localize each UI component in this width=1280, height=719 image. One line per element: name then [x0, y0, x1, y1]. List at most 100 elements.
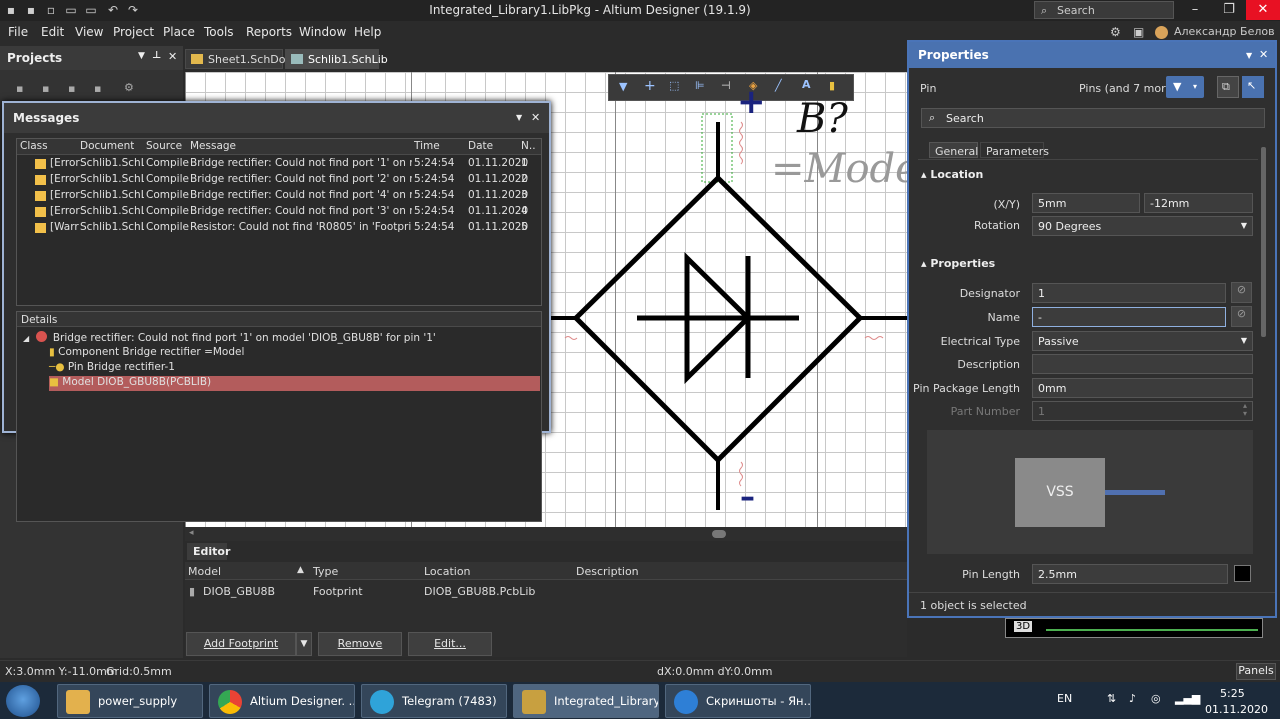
menu-view[interactable]: View: [75, 25, 103, 39]
taskbar-item-telegram[interactable]: Telegram (7483): [361, 684, 507, 718]
scroll-thumb[interactable]: [712, 530, 726, 538]
save-icon[interactable]: ▪: [16, 82, 23, 95]
menu-file[interactable]: File: [8, 25, 28, 39]
table-row[interactable]: [Error Schlib1.SchLi Compile Bridge rect…: [17, 172, 541, 188]
col-number[interactable]: N..: [521, 140, 536, 152]
folder-add-icon[interactable]: ▪: [94, 82, 101, 95]
col-type[interactable]: Type: [313, 565, 338, 578]
canvas-scrollbar[interactable]: ◂: [185, 527, 907, 541]
tab-parameters[interactable]: Parameters: [980, 142, 1049, 158]
chevron-down-icon[interactable]: ▼: [138, 51, 145, 61]
remove-button[interactable]: Remove: [318, 632, 402, 656]
name-input[interactable]: -: [1032, 307, 1226, 327]
x-input[interactable]: 5mm: [1032, 193, 1140, 213]
electrical-type-select[interactable]: Passive ▼: [1032, 331, 1253, 351]
description-input[interactable]: [1032, 354, 1253, 374]
table-row[interactable]: [Warr Schlib1.SchLi Compile Resistor: Co…: [17, 220, 541, 236]
open-folder-icon[interactable]: ▭: [64, 3, 78, 17]
chevron-down-icon[interactable]: ▼: [1246, 51, 1252, 60]
pointer-mode-button[interactable]: ↖: [1242, 76, 1264, 98]
col-message[interactable]: Message: [190, 140, 236, 152]
details-component-row[interactable]: ▮ Component Bridge rectifier =Model: [49, 346, 244, 361]
pin-length-input[interactable]: 2.5mm: [1032, 564, 1228, 584]
volume-icon[interactable]: ♪: [1129, 692, 1136, 705]
save-icon[interactable]: ▪: [4, 3, 18, 17]
y-input[interactable]: -12mm: [1144, 193, 1253, 213]
copy-icon[interactable]: ▪: [42, 82, 49, 95]
notifications-icon[interactable]: ▣: [1133, 25, 1144, 39]
table-row[interactable]: [Error Schlib1.SchLi Compile Bridge rect…: [17, 204, 541, 220]
taskbar-item-screenshots[interactable]: Скриншоты - Ян...: [665, 684, 811, 718]
gear-icon[interactable]: ⚙: [124, 81, 134, 94]
taskbar-item-chrome[interactable]: Altium Designer. ...: [209, 684, 355, 718]
tab-editor[interactable]: Editor: [187, 543, 230, 560]
properties-search-input[interactable]: ⌕ Search: [921, 108, 1265, 128]
chevron-down-icon[interactable]: ▼: [296, 632, 312, 656]
open-icon[interactable]: ▫: [44, 3, 58, 17]
menu-reports[interactable]: Reports: [246, 25, 292, 39]
save-all-icon[interactable]: ▪: [24, 3, 38, 17]
user-name[interactable]: Александр Белов: [1174, 25, 1275, 38]
section-location[interactable]: ▴ Location: [921, 168, 983, 181]
folder-icon[interactable]: ▪: [68, 82, 75, 95]
table-row[interactable]: ▮ DIOB_GBU8B Footprint DIOB_GBU8B.PcbLib: [185, 582, 907, 600]
tab-general[interactable]: General: [929, 142, 978, 158]
filter-button[interactable]: ▼ ▾: [1166, 76, 1204, 98]
close-icon[interactable]: ✕: [531, 111, 540, 124]
close-button[interactable]: ✕: [1246, 0, 1280, 20]
col-description[interactable]: Description: [576, 565, 639, 578]
close-icon[interactable]: ✕: [168, 50, 177, 63]
add-footprint-button[interactable]: Add Footprint: [186, 632, 296, 656]
col-model[interactable]: Model: [188, 565, 221, 578]
signal-icon[interactable]: ▂▄▆: [1175, 692, 1200, 705]
clock-date[interactable]: 01.11.2020: [1205, 703, 1268, 716]
details-model-row[interactable]: ■ Model DIOB_GBU8B(PCBLIB): [49, 376, 540, 391]
global-search-input[interactable]: ⌕ Search: [1034, 1, 1174, 19]
menu-project[interactable]: Project: [113, 25, 154, 39]
col-class[interactable]: Class: [20, 140, 48, 152]
clock-app-icon[interactable]: ◎: [1151, 692, 1161, 705]
taskbar-item-altium[interactable]: Integrated_Library...: [513, 684, 659, 718]
tab-schlib1[interactable]: Schlib1.SchLib: [285, 49, 388, 69]
pin-package-length-input[interactable]: 0mm: [1032, 378, 1253, 398]
menu-tools[interactable]: Tools: [204, 25, 234, 39]
col-location[interactable]: Location: [424, 565, 471, 578]
start-button[interactable]: [6, 685, 40, 717]
chevron-down-icon[interactable]: ▼: [516, 113, 522, 122]
clock-time[interactable]: 5:25: [1220, 687, 1245, 700]
tab-sheet1[interactable]: Sheet1.SchDoc: [185, 49, 292, 69]
undo-icon[interactable]: ↶: [106, 3, 120, 17]
rotation-select[interactable]: 90 Degrees ▼: [1032, 216, 1253, 236]
language-indicator[interactable]: EN: [1057, 692, 1072, 705]
taskbar-item-power-supply[interactable]: power_supply: [57, 684, 203, 718]
gear-icon[interactable]: ⚙: [1110, 25, 1121, 39]
pin-icon[interactable]: ⊥: [152, 50, 161, 61]
sort-up-icon[interactable]: ▲: [297, 565, 304, 575]
folder-icon[interactable]: ▭: [84, 3, 98, 17]
menu-edit[interactable]: Edit: [41, 25, 64, 39]
col-document[interactable]: Document: [80, 140, 134, 152]
visibility-icon[interactable]: ⊘: [1231, 282, 1252, 303]
edit-button[interactable]: Edit...: [408, 632, 492, 656]
menu-help[interactable]: Help: [354, 25, 381, 39]
designator-input[interactable]: 1: [1032, 283, 1226, 303]
panels-button[interactable]: Panels: [1236, 663, 1276, 680]
visibility-icon[interactable]: ⊘: [1231, 306, 1252, 327]
details-error-row[interactable]: ◢ Bridge rectifier: Could not find port …: [23, 331, 436, 346]
menu-place[interactable]: Place: [163, 25, 195, 39]
section-properties[interactable]: ▴ Properties: [921, 257, 995, 270]
table-row[interactable]: [Error Schlib1.SchLi Compile Bridge rect…: [17, 188, 541, 204]
designator-text[interactable]: B?: [797, 96, 848, 142]
network-icon[interactable]: ⇅: [1107, 692, 1116, 705]
scroll-left-icon[interactable]: ◂: [189, 528, 194, 538]
minimize-button[interactable]: –: [1178, 0, 1212, 20]
menu-window[interactable]: Window: [299, 25, 346, 39]
col-time[interactable]: Time: [414, 140, 440, 152]
comment-text[interactable]: =Mode: [771, 146, 907, 192]
details-pin-row[interactable]: ─● Pin Bridge rectifier-1: [49, 361, 175, 376]
redo-icon[interactable]: ↷: [126, 3, 140, 17]
label-3d[interactable]: 3D: [1014, 621, 1033, 632]
col-source[interactable]: Source: [146, 140, 182, 152]
properties-scrollbar[interactable]: [1261, 147, 1266, 337]
table-row[interactable]: [Error Schlib1.SchLi Compile Bridge rect…: [17, 156, 541, 172]
